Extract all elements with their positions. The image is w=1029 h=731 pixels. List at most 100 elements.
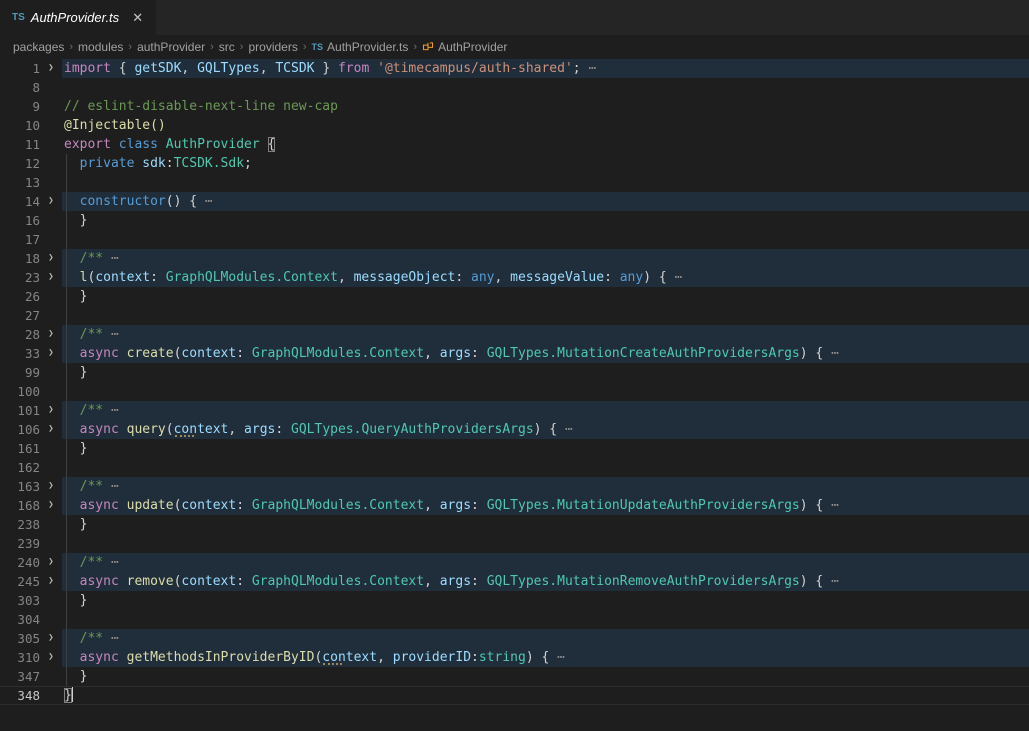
- fold-chevron-icon[interactable]: ❯: [40, 648, 62, 667]
- breadcrumb: packages›modules›authProvider›src›provid…: [0, 35, 1029, 58]
- tab-authprovider[interactable]: TS AuthProvider.ts ✕: [0, 0, 157, 35]
- fold-ellipsis[interactable]: ⋯: [103, 403, 119, 418]
- code-line[interactable]: async getMethodsInProviderByID(context, …: [62, 648, 1029, 667]
- fold-ellipsis[interactable]: ⋯: [557, 422, 573, 437]
- close-tab-icon[interactable]: ✕: [129, 9, 146, 27]
- code-line[interactable]: async create(context: GraphQLModules.Con…: [62, 344, 1029, 363]
- code-line[interactable]: }: [62, 667, 1029, 686]
- fold-ellipsis[interactable]: ⋯: [667, 270, 683, 285]
- editor-line: 162: [0, 458, 1029, 477]
- line-number: 11: [0, 135, 40, 154]
- fold-chevron-icon[interactable]: ❯: [40, 268, 62, 287]
- code-line[interactable]: export class AuthProvider {: [62, 135, 1029, 154]
- fold-chevron-icon[interactable]: ❯: [40, 325, 62, 344]
- code-token: from: [338, 61, 377, 76]
- code-line[interactable]: [62, 458, 1029, 477]
- code-line[interactable]: [62, 534, 1029, 553]
- code-line[interactable]: constructor() { ⋯: [62, 192, 1029, 211]
- breadcrumb-label: AuthProvider: [438, 40, 507, 54]
- code-line[interactable]: [62, 173, 1029, 192]
- fold-ellipsis[interactable]: ⋯: [197, 194, 213, 209]
- fold-chevron-icon[interactable]: ❯: [40, 629, 62, 648]
- code-line[interactable]: [62, 78, 1029, 97]
- fold-ellipsis[interactable]: ⋯: [103, 251, 119, 266]
- fold-chevron-icon[interactable]: ❯: [40, 553, 62, 572]
- code-token: {: [119, 61, 135, 76]
- code-line[interactable]: /** ⋯: [62, 477, 1029, 496]
- code-line[interactable]: @Injectable(): [62, 116, 1029, 135]
- code-line[interactable]: }: [62, 515, 1029, 534]
- fold-chevron-icon[interactable]: ❯: [40, 59, 62, 78]
- code-line[interactable]: }: [62, 363, 1029, 382]
- editor-line: 100: [0, 382, 1029, 401]
- fold-ellipsis[interactable]: ⋯: [103, 479, 119, 494]
- line-number: 101: [0, 401, 40, 420]
- code-line[interactable]: [62, 230, 1029, 249]
- code-line[interactable]: async query(context, args: GQLTypes.Quer…: [62, 420, 1029, 439]
- code-token: messageValue: [510, 270, 604, 285]
- editor-line: 17: [0, 230, 1029, 249]
- breadcrumb-item-packages[interactable]: packages: [13, 40, 64, 54]
- fold-ellipsis[interactable]: ⋯: [549, 650, 565, 665]
- fold-ellipsis[interactable]: ⋯: [581, 61, 597, 76]
- fold-chevron-icon[interactable]: ❯: [40, 192, 62, 211]
- code-line[interactable]: }: [62, 211, 1029, 230]
- editor-line: 26 }: [0, 287, 1029, 306]
- code-token: sdk: [142, 156, 165, 171]
- code-line[interactable]: // eslint-disable-next-line new-cap: [62, 97, 1029, 116]
- code-token: class: [119, 137, 166, 152]
- code-line[interactable]: [62, 382, 1029, 401]
- gutter: 9: [0, 97, 62, 116]
- fold-ellipsis[interactable]: ⋯: [823, 498, 839, 513]
- code-line[interactable]: [62, 610, 1029, 629]
- fold-chevron-icon[interactable]: ❯: [40, 496, 62, 515]
- fold-chevron-icon[interactable]: ❯: [40, 477, 62, 496]
- fold-chevron-icon[interactable]: ❯: [40, 344, 62, 363]
- code-token: async: [80, 650, 127, 665]
- code-line[interactable]: /** ⋯: [62, 401, 1029, 420]
- code-line[interactable]: l(context: GraphQLModules.Context, messa…: [62, 268, 1029, 287]
- fold-ellipsis[interactable]: ⋯: [103, 327, 119, 342]
- code-line[interactable]: [62, 306, 1029, 325]
- gutter: 26: [0, 287, 62, 306]
- gutter: 304: [0, 610, 62, 629]
- code-token: async: [80, 574, 127, 589]
- fold-chevron-icon[interactable]: ❯: [40, 572, 62, 591]
- fold-ellipsis[interactable]: ⋯: [823, 574, 839, 589]
- code-token: /**: [64, 479, 103, 494]
- fold-chevron-icon[interactable]: ❯: [40, 249, 62, 268]
- breadcrumb-item-authprovider[interactable]: authProvider: [137, 40, 205, 54]
- editor-line: 347 }: [0, 667, 1029, 686]
- code-line[interactable]: /** ⋯: [62, 325, 1029, 344]
- code-line[interactable]: async remove(context: GraphQLModules.Con…: [62, 572, 1029, 591]
- line-number: 348: [0, 686, 40, 705]
- fold-ellipsis[interactable]: ⋯: [823, 346, 839, 361]
- fold-ellipsis[interactable]: ⋯: [103, 555, 119, 570]
- breadcrumb-item-src[interactable]: src: [219, 40, 235, 54]
- breadcrumb-item-modules[interactable]: modules: [78, 40, 123, 54]
- code-line[interactable]: /** ⋯: [62, 629, 1029, 648]
- code-line[interactable]: /** ⋯: [62, 553, 1029, 572]
- gutter: 28❯: [0, 325, 62, 344]
- code-line[interactable]: private sdk:TCSDK.Sdk;: [62, 154, 1029, 173]
- code-line[interactable]: import { getSDK, GQLTypes, TCSDK } from …: [62, 59, 1029, 78]
- fold-ellipsis[interactable]: ⋯: [103, 631, 119, 646]
- code-editor[interactable]: 1❯import { getSDK, GQLTypes, TCSDK } fro…: [0, 58, 1029, 731]
- code-line[interactable]: }: [62, 287, 1029, 306]
- breadcrumb-item-authprovider[interactable]: AuthProvider: [422, 40, 507, 54]
- code-token: [64, 498, 80, 513]
- code-token: [64, 346, 80, 361]
- fold-chevron-icon[interactable]: ❯: [40, 401, 62, 420]
- code-line[interactable]: }: [62, 686, 1029, 705]
- code-line[interactable]: async update(context: GraphQLModules.Con…: [62, 496, 1029, 515]
- code-line[interactable]: }: [62, 439, 1029, 458]
- code-line[interactable]: }: [62, 591, 1029, 610]
- breadcrumb-item-providers[interactable]: providers: [248, 40, 297, 54]
- breadcrumb-separator: ›: [303, 41, 307, 53]
- code-line[interactable]: /** ⋯: [62, 249, 1029, 268]
- line-number: 305: [0, 629, 40, 648]
- fold-chevron-icon[interactable]: ❯: [40, 420, 62, 439]
- breadcrumb-item-authprovider-ts[interactable]: TSAuthProvider.ts: [312, 40, 409, 54]
- gutter: 8: [0, 78, 62, 97]
- breadcrumb-separator: ›: [69, 41, 73, 53]
